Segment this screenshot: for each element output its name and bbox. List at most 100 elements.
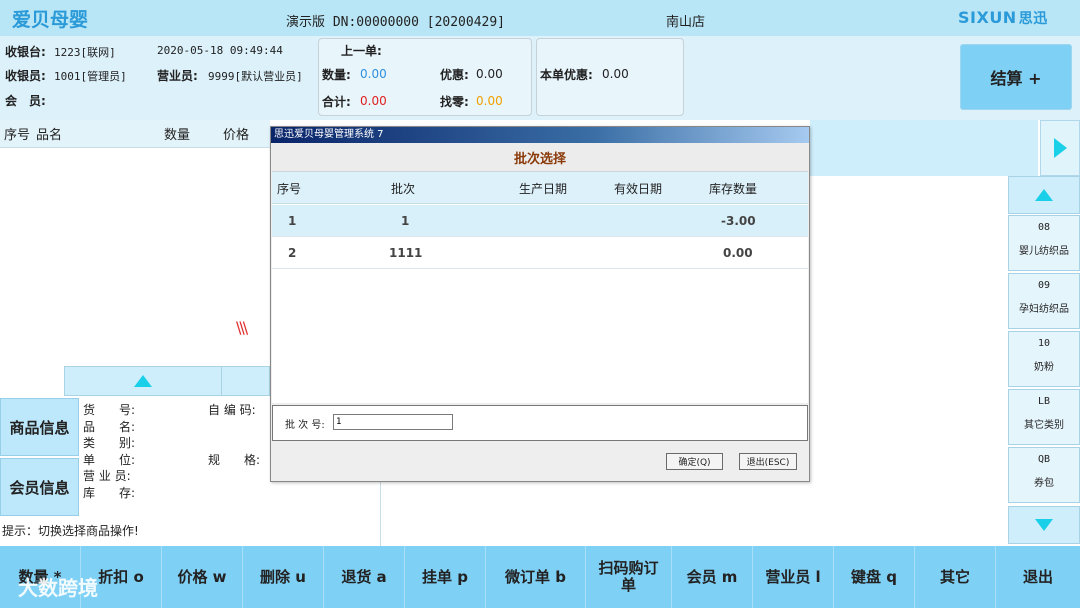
store-name: 南山店 xyxy=(666,15,706,30)
category-name: 其它类别 xyxy=(1024,420,1064,431)
category-button[interactable]: 09 孕妇纺织品 xyxy=(1008,273,1080,329)
qty-label: 数量: xyxy=(322,68,351,82)
batch-row[interactable]: 1 1 -3.00 xyxy=(272,205,808,237)
col-stock: 库存数量 xyxy=(709,182,758,196)
dialog-heading: 批次选择 xyxy=(272,143,808,171)
checkout-button[interactable]: 结算 + xyxy=(960,44,1072,110)
category-scroll-up-button[interactable] xyxy=(1008,176,1080,214)
dialog-titlebar[interactable]: 思迅爱贝母婴管理系统 7 xyxy=(271,127,809,143)
col-exp-date: 有效日期 xyxy=(614,182,663,196)
register-label: 收银台: xyxy=(5,45,46,59)
register-value: 1223[联网] xyxy=(54,46,116,59)
top-bar xyxy=(0,0,1080,36)
item-list[interactable] xyxy=(0,148,270,366)
toolbar-return-button[interactable]: 退货 a xyxy=(324,546,405,608)
arrow-up-icon xyxy=(1035,189,1053,201)
category-code: QB xyxy=(1037,454,1051,465)
unit-label: 单 位: xyxy=(83,453,136,467)
category-button[interactable]: 08 婴儿纺织品 xyxy=(1008,215,1080,271)
arrow-up-icon xyxy=(133,375,152,387)
member-label: 会 员: xyxy=(5,94,46,108)
salesperson-field-label: 营 业 员: xyxy=(83,469,131,483)
toolbar-price-button[interactable]: 价格 w xyxy=(162,546,243,608)
category-scroll-down-button[interactable] xyxy=(1008,506,1080,544)
ok-button[interactable]: 确定(Q) xyxy=(666,453,723,470)
batch-input-box: 批 次 号: xyxy=(272,405,808,441)
item-list-header: 序号 品名 数量 价格 xyxy=(0,120,270,148)
toolbar-exit-button[interactable]: 退出 xyxy=(996,546,1080,608)
product-info-button[interactable]: 商品信息 xyxy=(0,398,79,456)
cell-batch: 1 xyxy=(401,214,410,228)
spec-label: 规 格: xyxy=(208,453,261,467)
toolbar-keyboard-button[interactable]: 键盘 q xyxy=(834,546,915,608)
self-code-label: 自 编 码: xyxy=(208,403,256,417)
category-column: 08 婴儿纺织品 09 孕妇纺织品 10 奶粉 LB 其它类别 QB 券包 xyxy=(1008,176,1080,546)
category-name: 奶粉 xyxy=(1034,362,1054,373)
last-order-label: 上一单: xyxy=(341,44,382,58)
category-button[interactable]: LB 其它类别 xyxy=(1008,389,1080,445)
change-label: 找零: xyxy=(440,95,469,109)
current-datetime: 2020-05-18 09:49:44 xyxy=(157,44,283,57)
cell-batch: 1111 xyxy=(389,246,423,260)
category-code: 10 xyxy=(1037,338,1051,349)
hint-text: 提示：切换选择商品操作! xyxy=(2,524,139,538)
salesperson-label: 营业员: xyxy=(157,69,198,83)
next-page-button[interactable] xyxy=(1040,120,1080,176)
batch-grid-header: 序号 批次 生产日期 有效日期 库存数量 xyxy=(272,172,808,204)
category-code: LB xyxy=(1037,396,1051,407)
cashier-value: 1001[管理员] xyxy=(54,70,127,83)
hatch-mark: \\\ xyxy=(236,318,248,337)
category-button[interactable]: QB 券包 xyxy=(1008,447,1080,503)
col-batch: 批次 xyxy=(391,182,416,196)
app-title: 演示版 DN:00000000 [20200429] xyxy=(286,15,506,30)
order-discount-value: 0.00 xyxy=(602,67,629,81)
order-discount-label: 本单优惠: xyxy=(540,68,593,82)
category-name: 孕妇纺织品 xyxy=(1019,304,1069,315)
cell-seq: 1 xyxy=(288,214,297,228)
category-label: 类 别: xyxy=(83,436,136,450)
toolbar-member-button[interactable]: 会员 m xyxy=(672,546,753,608)
discount-label: 优惠: xyxy=(440,68,469,82)
toolbar-other-button[interactable]: 其它 xyxy=(915,546,996,608)
category-name: 券包 xyxy=(1034,478,1054,489)
total-value: 0.00 xyxy=(360,94,387,108)
arrow-right-icon xyxy=(1053,138,1067,158)
category-name: 婴儿纺织品 xyxy=(1019,246,1069,257)
item-no-label: 货 号: xyxy=(83,403,136,417)
right-top-band xyxy=(810,120,1038,176)
watermark: 大数跨境 xyxy=(18,576,98,600)
list-scroll-up-button[interactable] xyxy=(64,366,221,396)
batch-no-label: 批 次 号: xyxy=(285,420,325,431)
stock-label: 库 存: xyxy=(83,486,136,500)
category-button[interactable]: 10 奶粉 xyxy=(1008,331,1080,387)
category-code: 09 xyxy=(1037,280,1051,291)
toolbar-scan-order-button[interactable]: 扫码购订单 xyxy=(586,546,672,608)
brand-logo: 爱贝母婴 xyxy=(12,9,89,31)
batch-row[interactable]: 2 1111 0.00 xyxy=(272,237,808,269)
vendor-logo-main: SIXUN xyxy=(958,8,1017,27)
exit-button[interactable]: 退出(ESC) xyxy=(739,453,797,470)
col-qty: 数量 xyxy=(164,128,191,143)
cashier-label: 收银员: xyxy=(5,69,46,83)
category-code: 08 xyxy=(1037,222,1051,233)
total-label: 合计: xyxy=(322,95,351,109)
qty-value: 0.00 xyxy=(360,67,387,81)
bottom-toolbar: 数量 * 折扣 o 价格 w 删除 u 退货 a 挂单 p 微订单 b 扫码购订… xyxy=(0,546,1080,608)
batch-grid: 序号 批次 生产日期 有效日期 库存数量 1 1 -3.00 2 1111 0.… xyxy=(272,171,808,403)
toolbar-hold-button[interactable]: 挂单 p xyxy=(405,546,486,608)
cell-stock: 0.00 xyxy=(723,246,753,260)
toolbar-salesperson-button[interactable]: 营业员 l xyxy=(753,546,834,608)
discount-value: 0.00 xyxy=(476,67,503,81)
batch-no-input[interactable] xyxy=(333,414,453,430)
list-scroll-extra-button[interactable] xyxy=(221,366,270,396)
change-value: 0.00 xyxy=(476,94,503,108)
product-name-label: 品 名: xyxy=(83,420,136,434)
toolbar-micro-order-button[interactable]: 微订单 b xyxy=(486,546,586,608)
member-info-button[interactable]: 会员信息 xyxy=(0,458,79,516)
toolbar-delete-button[interactable]: 删除 u xyxy=(243,546,324,608)
cell-seq: 2 xyxy=(288,246,297,260)
batch-select-dialog: 思迅爱贝母婴管理系统 7 批次选择 序号 批次 生产日期 有效日期 库存数量 1… xyxy=(270,126,810,482)
col-seq: 序号 xyxy=(4,128,31,143)
col-prod-date: 生产日期 xyxy=(519,182,568,196)
vendor-logo-sub: 思迅 xyxy=(1018,11,1048,27)
